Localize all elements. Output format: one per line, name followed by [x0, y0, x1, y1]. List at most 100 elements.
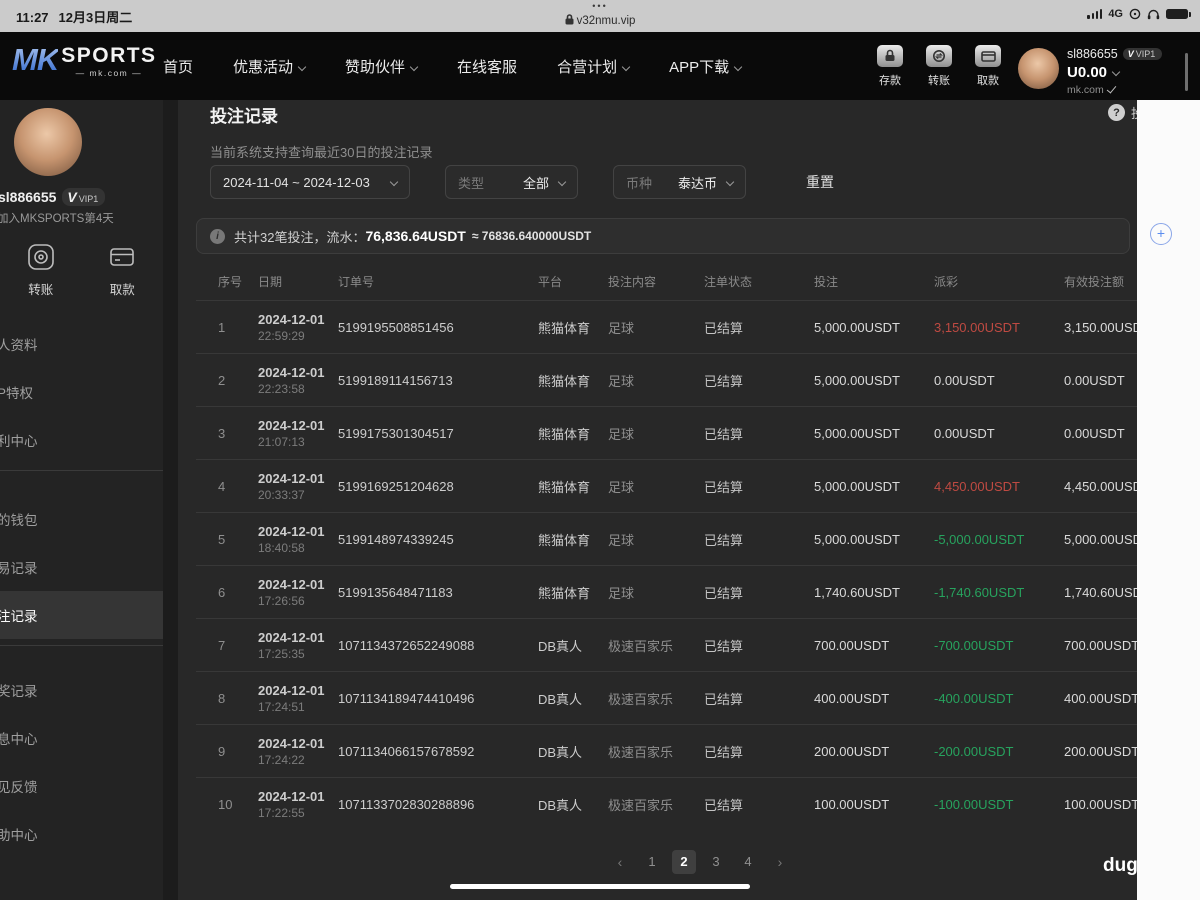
table-row[interactable]: 4 2024-12-01 20:33:37 5199169251204628 熊… [196, 459, 1137, 512]
sidebar-withdraw-button[interactable]: 取款 [105, 240, 139, 298]
nav-item-app-download[interactable]: APP下载 [669, 56, 743, 77]
col-status: 注单状态 [704, 274, 753, 289]
cell-order-number: 1071134189474410496 [338, 690, 475, 706]
cell-seq: 8 [218, 690, 226, 706]
deposit-button[interactable]: 存款 [872, 45, 908, 88]
site-label: mk.com [1067, 83, 1162, 96]
cell-seq: 9 [218, 743, 226, 759]
sidebar-menu-item[interactable]: 的钱包 [0, 495, 163, 543]
transfer-button[interactable]: 转账 [921, 45, 957, 88]
sidebar-menu-item[interactable]: 见反馈 [0, 762, 163, 810]
cell-seq: 5 [218, 531, 226, 547]
nav-item-promotions[interactable]: 优惠活动 [233, 56, 307, 77]
sidebar-transfer-button[interactable]: 转账 [24, 240, 58, 298]
cell-valid-bet: 200.00USDT [1064, 743, 1137, 759]
table-row[interactable]: 9 2024-12-01 17:24:22 107113406615767859… [196, 724, 1137, 777]
cell-bet-content: 足球 [608, 373, 635, 389]
sidebar-menu-item[interactable]: 人资料 [0, 320, 163, 368]
page-number-button[interactable]: 2 [672, 850, 696, 874]
divider [0, 470, 163, 471]
chevron-down-icon [621, 62, 631, 71]
cell-payout: -1,740.60USDT [934, 584, 1025, 600]
cell-status: 已结算 [704, 638, 744, 654]
sidebar-menu-item[interactable]: 奖记录 [0, 666, 163, 714]
sidebar-menu-item[interactable]: 助中心 [0, 810, 163, 858]
cell-bet-amount: 5,000.00USDT [814, 531, 900, 547]
sidebar-menu-item[interactable]: 易记录 [0, 543, 163, 591]
pagination: ‹ 1234 › [608, 850, 792, 874]
lock-icon [565, 14, 574, 25]
type-select[interactable]: 类型 全部 [445, 165, 578, 199]
profile-sidebar: sl886655 V VIP1 加入MKSPORTS第4天 转账 取款 人资料 P特… [0, 100, 163, 900]
headphones-icon [1147, 9, 1160, 19]
sidebar-menu-item[interactable]: 注记录 [0, 591, 163, 639]
sidebar-menu-item[interactable]: 息中心 [0, 714, 163, 762]
rotation-lock-icon [1129, 8, 1141, 20]
tab-overflow-dots[interactable]: ••• [0, 1, 1200, 11]
help-link[interactable]: ? 投 [1108, 103, 1137, 122]
cell-status: 已结算 [704, 744, 744, 760]
divider [0, 645, 163, 646]
chevron-down-icon [297, 62, 307, 71]
next-page-button[interactable]: › [768, 850, 792, 874]
nav-item-sponsors[interactable]: 赞助伙伴 [345, 56, 419, 77]
cell-bet-content: 极速百家乐 [608, 797, 674, 813]
scrollbar-thumb[interactable] [1185, 53, 1188, 91]
cell-date: 2024-12-01 20:33:37 [258, 470, 325, 502]
nav-item-home[interactable]: 首页 [163, 56, 193, 77]
cell-platform: 熊猫体育 [538, 320, 591, 336]
cell-seq: 4 [218, 478, 226, 494]
signal-icon [1087, 9, 1103, 19]
cell-platform: DB真人 [538, 691, 583, 707]
chevron-down-icon [733, 62, 743, 71]
table-row[interactable]: 10 2024-12-01 17:22:55 10711337028302888… [196, 777, 1137, 830]
logo-mk: MK [12, 42, 59, 77]
date-range-picker[interactable]: 2024-11-04 ~ 2024-12-03 [210, 165, 410, 199]
cell-platform: 熊猫体育 [538, 532, 591, 548]
cell-status: 已结算 [704, 691, 744, 707]
cell-order-number: 5199189114156713 [338, 372, 453, 388]
page-number-button[interactable]: 1 [640, 850, 664, 874]
table-row[interactable]: 6 2024-12-01 17:26:56 5199135648471183 熊… [196, 565, 1137, 618]
nav-item-affiliate[interactable]: 合营计划 [557, 56, 631, 77]
table-row[interactable]: 1 2024-12-01 22:59:29 5199195508851456 熊… [196, 300, 1137, 353]
question-icon: ? [1108, 104, 1125, 121]
cell-seq: 6 [218, 584, 226, 600]
cell-date: 2024-12-01 22:23:58 [258, 364, 325, 396]
col-bet: 投注 [814, 274, 839, 289]
cell-payout: -700.00USDT [934, 637, 1014, 653]
cell-payout: 0.00USDT [934, 372, 995, 388]
brand-logo[interactable]: MK SPORTS — mk.com — [12, 42, 157, 78]
username: sl886655 [1067, 47, 1118, 61]
sidebar-menu-item[interactable]: P特权 [0, 368, 163, 416]
cell-bet-amount: 200.00USDT [814, 743, 890, 759]
withdraw-button[interactable]: 取款 [970, 45, 1006, 88]
table-row[interactable]: 2 2024-12-01 22:23:58 5199189114156713 熊… [196, 353, 1137, 406]
summary-amount: 76,836.64USDT [365, 228, 466, 244]
currency-select[interactable]: 币种 泰达币 [613, 165, 746, 199]
user-avatar[interactable] [1018, 48, 1059, 89]
table-row[interactable]: 3 2024-12-01 21:07:13 5199175301304517 熊… [196, 406, 1137, 459]
col-order: 订单号 [338, 274, 375, 289]
table-row[interactable]: 7 2024-12-01 17:25:35 107113437265224908… [196, 618, 1137, 671]
page-number-button[interactable]: 4 [736, 850, 760, 874]
home-indicator[interactable] [450, 884, 750, 889]
table-row[interactable]: 8 2024-12-01 17:24:51 107113418947441049… [196, 671, 1137, 724]
address-bar[interactable]: v32nmu.vip [0, 14, 1200, 27]
plus-button[interactable]: + [1150, 223, 1172, 245]
profile-avatar[interactable] [14, 108, 82, 176]
right-side-panel: + [1137, 100, 1200, 900]
reset-button[interactable]: 重置 [806, 172, 834, 192]
balance-dropdown[interactable]: U0.00 [1067, 64, 1162, 81]
table-row[interactable]: 5 2024-12-01 18:40:58 5199148974339245 熊… [196, 512, 1137, 565]
cell-status: 已结算 [704, 532, 744, 548]
nav-item-support[interactable]: 在线客服 [457, 56, 517, 77]
logo-domain: — mk.com — [75, 68, 143, 78]
cell-seq: 10 [218, 796, 233, 812]
cell-payout: -400.00USDT [934, 690, 1014, 706]
cell-platform: DB真人 [538, 797, 583, 813]
sidebar-menu-item[interactable]: 利中心 [0, 416, 163, 464]
prev-page-button[interactable]: ‹ [608, 850, 632, 874]
page-number-button[interactable]: 3 [704, 850, 728, 874]
col-platform: 平台 [538, 274, 563, 289]
